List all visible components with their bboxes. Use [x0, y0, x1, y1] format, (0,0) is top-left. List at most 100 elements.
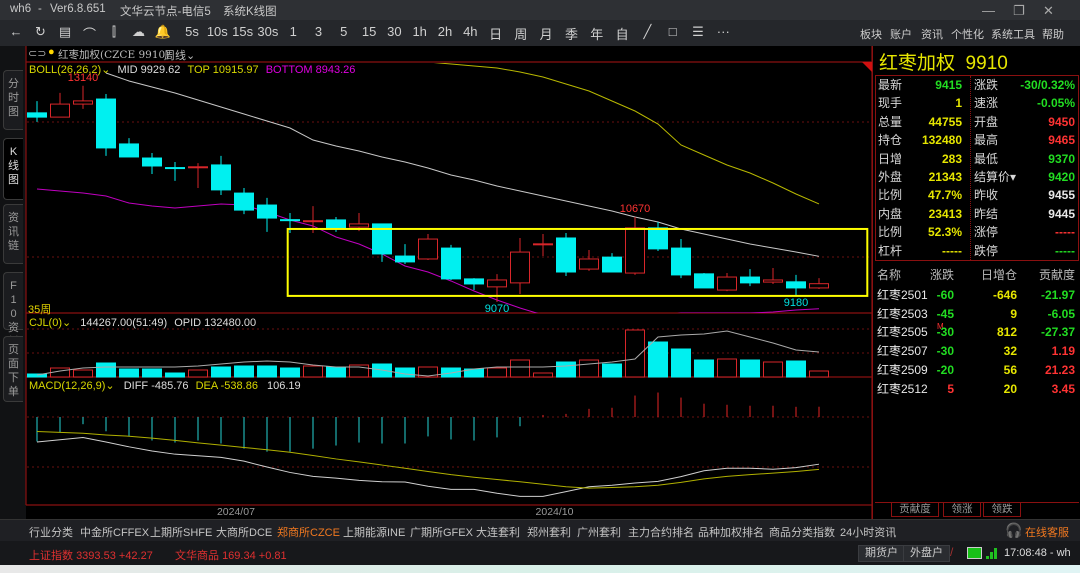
candle[interactable]	[395, 244, 415, 265]
candle[interactable]	[510, 237, 530, 295]
contract-oi-change: 9	[1010, 306, 1017, 321]
volume-bar	[694, 359, 714, 378]
candle-body	[694, 273, 714, 289]
nav-item-7[interactable]: 大连套利	[476, 524, 520, 540]
futures-account-button[interactable]: 期货户	[858, 545, 905, 562]
quote-row: 总量 44755 开盘 9450	[873, 113, 1080, 131]
candle[interactable]	[418, 234, 438, 261]
contract-oi-change: 812	[996, 325, 1017, 340]
volume-bar	[625, 329, 645, 378]
volume-bar	[234, 365, 254, 378]
macd-selector[interactable]: MACD(12,26,9)⌄	[29, 380, 115, 392]
quote-label[interactable]: 结算价▾	[974, 168, 1016, 186]
column-header[interactable]: 日增仓	[981, 266, 1017, 285]
candle[interactable]	[50, 92, 70, 118]
contract-row[interactable]: 红枣2503 -45 9 -6.05	[877, 305, 1077, 324]
contract-row[interactable]: 红枣2509 -20 56 21.23	[877, 361, 1077, 380]
contract-name: 红枣2501	[877, 288, 928, 302]
index-change: +42.27	[118, 550, 153, 562]
contract-tab-2[interactable]: 领跌	[983, 503, 1021, 517]
contract-tab-1[interactable]: 领涨	[943, 503, 981, 517]
index-name: 上证指数	[29, 550, 73, 562]
quote-label: 现手	[878, 96, 903, 111]
candle-body	[418, 238, 438, 260]
quote-label: 比例	[878, 188, 903, 203]
quote-value: 23413	[928, 206, 962, 221]
candle[interactable]	[96, 93, 116, 156]
contract-row[interactable]: 红枣2507 -30 32 1.19	[877, 342, 1077, 361]
nav-item-2[interactable]: 上期所SHFE	[150, 524, 212, 540]
nav-item-10[interactable]: 主力合约排名	[628, 524, 694, 540]
contract-row[interactable]: 红枣2512 5 20 3.45	[877, 380, 1077, 399]
nav-item-8[interactable]: 郑州套利	[527, 524, 571, 540]
candle-body	[625, 227, 645, 274]
candle[interactable]	[694, 273, 714, 289]
volume-bar	[717, 358, 737, 378]
candle[interactable]	[740, 269, 760, 287]
candle[interactable]	[717, 273, 737, 292]
online-support-link[interactable]: 在线客服	[1025, 524, 1069, 540]
boll-selector[interactable]: BOLL(26,26,2)⌄	[29, 64, 110, 76]
nav-item-9[interactable]: 广州套利	[577, 524, 621, 540]
index-value: 3393.53	[76, 550, 116, 562]
candle[interactable]	[257, 197, 277, 232]
nav-item-0[interactable]: 行业分类	[29, 524, 73, 540]
candle[interactable]	[556, 232, 576, 276]
contract-name: 红枣2507	[877, 344, 928, 359]
quote-value: 9455	[1048, 188, 1075, 203]
quote-value: -----	[1055, 225, 1075, 240]
candle[interactable]	[809, 278, 829, 289]
candle[interactable]	[211, 155, 231, 195]
quote-value: 47.7%	[927, 188, 962, 203]
quote-row: 最新 9415 涨跌 -30/0.32%	[873, 76, 1080, 94]
nav-item-12[interactable]: 商品分类指数	[769, 524, 835, 540]
contract-tab-0[interactable]: 贡献度	[891, 503, 939, 517]
nav-item-6[interactable]: 广期所GFEX	[410, 524, 473, 540]
quote-row: 持仓 132480 最高 9465	[873, 131, 1080, 149]
volume-selector[interactable]: CJL(0)⌄	[29, 317, 71, 329]
candle-body	[50, 103, 70, 118]
volume-bar	[280, 367, 300, 378]
candle[interactable]	[533, 234, 553, 257]
contract-row[interactable]: 红枣2501 -60 -646 -21.97	[877, 286, 1077, 305]
candle[interactable]	[671, 239, 691, 279]
column-header[interactable]: 贡献度	[1039, 266, 1075, 285]
quote-row: 比例 52.3% 涨停 -----	[873, 223, 1080, 241]
nav-item-5[interactable]: 上期能源INE	[343, 524, 405, 540]
column-header[interactable]: 涨跌	[930, 266, 954, 285]
contract-row[interactable]: 红枣2505 M -30 812 -27.37	[877, 322, 1077, 342]
candle[interactable]	[27, 101, 47, 122]
quote-label: 比例	[878, 225, 903, 240]
contract-name: 红枣2509	[877, 362, 928, 377]
quote-title: 红枣加权 9910	[879, 53, 1008, 74]
candle[interactable]	[579, 249, 599, 271]
nav-item-11[interactable]: 品种加权排名	[698, 524, 764, 540]
quote-label: 昨结	[974, 206, 999, 221]
candle[interactable]	[73, 85, 93, 109]
nav-item-13[interactable]: 24小时资讯	[840, 524, 896, 540]
nav-item-3[interactable]: 大商所DCE	[216, 524, 272, 540]
boll-top: TOP 10915.97	[187, 64, 259, 76]
candle[interactable]	[165, 162, 185, 181]
candle[interactable]	[648, 222, 668, 252]
candle[interactable]	[786, 274, 806, 297]
candle[interactable]	[763, 268, 783, 284]
candle[interactable]	[625, 217, 645, 275]
candle[interactable]	[142, 152, 162, 174]
contract-name: 红枣2512	[877, 381, 928, 396]
contract-oi-change: 20	[1003, 381, 1017, 396]
candle[interactable]	[119, 138, 139, 158]
candle[interactable]	[602, 253, 622, 273]
column-header[interactable]: 名称	[877, 266, 901, 285]
foreign-account-button[interactable]: 外盘户	[903, 545, 950, 562]
contract-contribution: 21.23	[1044, 362, 1075, 377]
headset-icon: 🎧	[1005, 522, 1023, 538]
quote-value: 21343	[928, 170, 962, 184]
candle[interactable]	[188, 163, 208, 189]
nav-item-1[interactable]: 中金所CFFEX	[80, 524, 149, 540]
quote-value: 9445	[1048, 206, 1075, 221]
clock: 17:08:48 - wh	[1004, 547, 1071, 559]
candle[interactable]	[441, 244, 461, 280]
contract-contribution: 1.19	[1051, 344, 1075, 359]
candle[interactable]	[234, 188, 254, 215]
